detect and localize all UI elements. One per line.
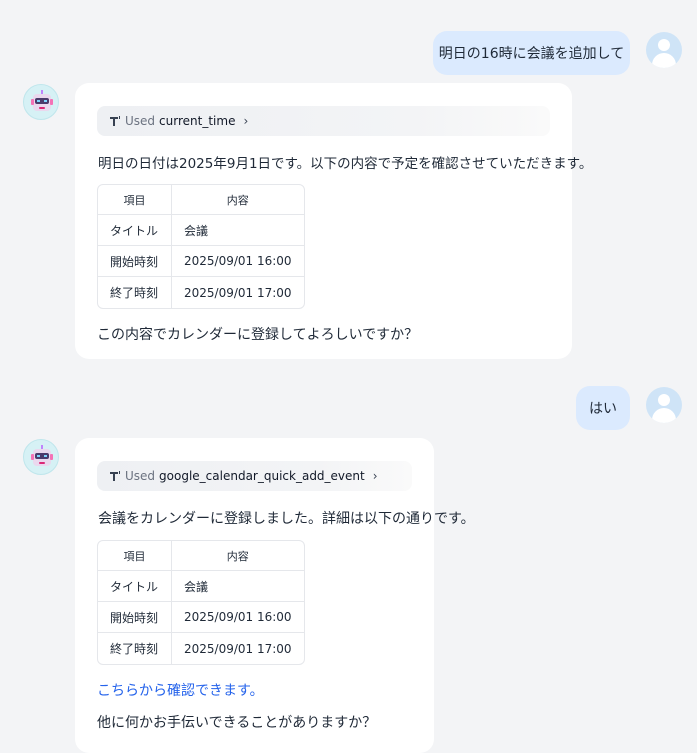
assistant-intro-text: 会議をカレンダーに登録しました。詳細は以下の通りです。 [98, 511, 475, 527]
table-cell-value: 会議 [172, 215, 304, 246]
table-header-cell: 内容 [172, 185, 304, 215]
table-row: タイトル 会議 [98, 215, 304, 246]
tool-icon [109, 115, 121, 127]
assistant-outro-text: この内容でカレンダーに登録してよろしいですか？ [97, 327, 419, 343]
table-cell-value: 2025/09/01 16:00 [172, 602, 304, 633]
chevron-right-icon: › [372, 469, 378, 483]
table-row: 開始時刻 2025/09/01 16:00 [98, 602, 304, 633]
table-row: 終了時刻 2025/09/01 17:00 [98, 277, 304, 308]
table-header-cell: 項目 [98, 185, 172, 215]
table-header-cell: 内容 [172, 541, 304, 571]
assistant-intro-text: 明日の日付は2025年9月1日です。以下の内容で予定を確認させていただきます。 [98, 156, 593, 172]
user-message-text: はい [589, 401, 617, 417]
chevron-right-icon: › [243, 114, 249, 128]
table-row: タイトル 会議 [98, 571, 304, 602]
tool-icon [109, 470, 121, 482]
table-row: 開始時刻 2025/09/01 16:00 [98, 246, 304, 277]
tool-call-pill[interactable]: Used google_calendar_quick_add_event › [97, 461, 412, 491]
user-message-text: 明日の16時に会議を追加して [438, 46, 625, 62]
table-cell-value: 2025/09/01 17:00 [184, 285, 292, 300]
tool-name: google_calendar_quick_add_event [159, 469, 365, 483]
table-header-row: 項目 内容 [98, 185, 304, 215]
table-cell-value: 2025/09/01 16:00 [172, 246, 304, 277]
user-avatar-icon [646, 387, 682, 423]
table-header-row: 項目 内容 [98, 541, 304, 571]
event-details-table: 項目 内容 タイトル 会議 開始時刻 2025/09/01 16:00 終了時刻… [97, 184, 305, 309]
tool-used-label: Used [125, 469, 156, 483]
table-row: 終了時刻 2025/09/01 17:00 [98, 633, 304, 664]
tool-used-label: Used [125, 114, 156, 128]
event-details-table: 項目 内容 タイトル 会議 開始時刻 2025/09/01 16:00 終了時刻… [97, 540, 305, 665]
table-cell-label: 開始時刻 [98, 246, 172, 277]
table-cell-value: 2025/09/01 17:00 [184, 641, 292, 656]
table-cell-label: 終了時刻 [98, 277, 172, 308]
table-cell-label: タイトル [98, 215, 172, 246]
calendar-link[interactable]: こちらから確認できます。 [97, 680, 264, 700]
user-message-bubble: はい [576, 386, 630, 430]
assistant-outro-text: 他に何かお手伝いできることがありますか？ [97, 715, 377, 731]
table-cell-label: 終了時刻 [98, 633, 172, 664]
user-avatar-icon [646, 32, 682, 68]
robot-avatar-icon [23, 84, 59, 120]
table-cell-value: 会議 [172, 571, 304, 602]
tool-call-pill[interactable]: Used current_time › [97, 106, 550, 136]
tool-name: current_time [159, 114, 236, 128]
table-header-cell: 項目 [98, 541, 172, 571]
user-message-bubble: 明日の16時に会議を追加して [433, 31, 630, 75]
table-cell-label: タイトル [98, 571, 172, 602]
table-cell-label: 開始時刻 [98, 602, 172, 633]
robot-avatar-icon [23, 439, 59, 475]
